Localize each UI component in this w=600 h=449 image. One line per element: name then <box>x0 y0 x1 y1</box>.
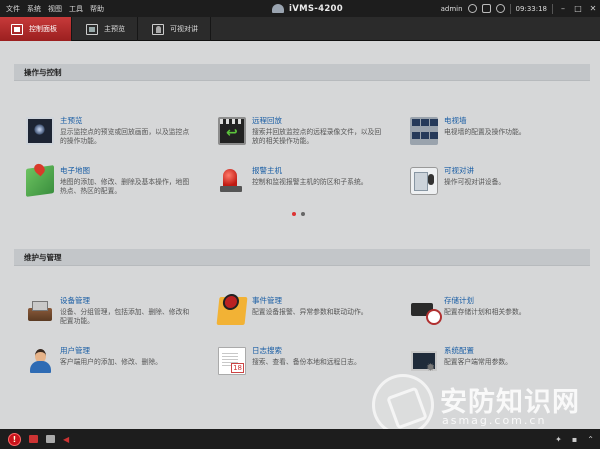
module-desc: 搜索并回放监控点的远程录像文件，以及回放的相关操作功能。 <box>252 128 382 145</box>
clock: 09:33:18 <box>515 4 547 13</box>
tab-label: 可视对讲 <box>170 25 198 33</box>
module-title: 用户管理 <box>60 346 90 355</box>
module-title: 存储计划 <box>444 296 474 305</box>
module-title: 日志搜索 <box>252 346 282 355</box>
module-title: 报警主机 <box>252 166 282 175</box>
title-bar: 文件 系统 视图 工具 帮助 iVMS-4200 admin 09:33:18 … <box>0 0 600 17</box>
watermark: 安防知识网 asmag.com.cn <box>372 374 600 436</box>
app-logo-icon <box>272 4 284 13</box>
map-pin-icon <box>26 165 54 197</box>
watermark-url: asmag.com.cn <box>442 414 547 427</box>
module-video-intercom[interactable]: 可视对讲 操作可视对讲设备。 <box>410 163 580 203</box>
module-desc: 控制和监视报警主机的防区和子系统。 <box>252 178 368 186</box>
watermark-logo <box>372 374 434 436</box>
monitor-gear-icon <box>410 347 438 375</box>
exception-icon[interactable] <box>46 435 55 443</box>
module-desc: 配置设备报警、异常参数和联动动作。 <box>252 308 368 316</box>
module-event-management[interactable]: 事件管理 配置设备报警、异常参数和联动动作。 <box>216 293 388 333</box>
menu-view[interactable]: 视图 <box>48 4 69 14</box>
tab-control-panel[interactable]: 控制面板 <box>0 17 72 41</box>
tab-label: 控制面板 <box>29 25 57 33</box>
minimize-icon[interactable]: – <box>558 4 568 14</box>
module-desc: 搜索、查看、备份本地和远程日志。 <box>252 358 361 366</box>
alarm-siren-icon <box>218 167 246 195</box>
module-desc: 配置存储计划和相关参数。 <box>444 308 526 316</box>
menu-help[interactable]: 帮助 <box>90 4 111 14</box>
divider <box>552 3 553 14</box>
module-log-search[interactable]: 日志搜索 搜索、查看、备份本地和远程日志。 <box>218 343 388 383</box>
tab-main-preview[interactable]: 主预览 <box>72 17 138 41</box>
camera-clock-icon <box>410 297 442 325</box>
module-desc: 操作可视对讲设备。 <box>444 178 506 186</box>
control-panel-icon <box>11 23 23 35</box>
event-folder-icon <box>216 297 248 325</box>
module-desc: 客户端用户的添加、修改、删除。 <box>60 358 162 366</box>
preview-icon <box>86 23 98 35</box>
module-title: 事件管理 <box>252 296 282 305</box>
sound-icon[interactable]: ◀ <box>63 435 69 444</box>
video-wall-icon <box>410 117 438 145</box>
module-e-map[interactable]: 电子地图 地图的添加、修改、删除及基本操作，地图热点、热区的配置。 <box>26 163 196 203</box>
module-title: 系统配置 <box>444 346 474 355</box>
app-title: iVMS-4200 <box>272 0 343 17</box>
lock-small-icon[interactable]: ▪ <box>572 435 577 444</box>
module-desc: 配置客户端常用参数。 <box>444 358 512 366</box>
settings-icon[interactable] <box>495 4 505 13</box>
menu-bar: 文件 系统 视图 工具 帮助 <box>0 4 111 14</box>
module-video-wall[interactable]: 电视墙 电视墙的配置及操作功能。 <box>410 113 580 153</box>
user-avatar-icon <box>26 347 54 375</box>
expand-icon[interactable]: ⌃ <box>587 435 594 444</box>
module-desc: 显示监控点的预览或回放画面，以及监控点的操作功能。 <box>60 128 190 145</box>
preview-monitor-icon <box>26 117 54 145</box>
page-dot-1[interactable] <box>292 212 296 216</box>
section-header-operation: 操作与控制 <box>14 64 590 81</box>
alarm-event-icon[interactable] <box>29 435 38 443</box>
status-bar: ! ◀ ✦ ▪ ⌃ <box>0 429 600 449</box>
section-header-maintenance: 维护与管理 <box>14 249 590 266</box>
menu-file[interactable]: 文件 <box>6 4 27 14</box>
intercom-icon <box>152 23 164 35</box>
alarm-warning-icon[interactable]: ! <box>8 432 21 446</box>
module-title: 电视墙 <box>444 116 467 125</box>
lock-icon[interactable] <box>481 4 491 13</box>
menu-system[interactable]: 系统 <box>27 4 48 14</box>
module-title: 远程回放 <box>252 116 282 125</box>
calendar-log-icon <box>218 347 246 375</box>
module-desc: 地图的添加、修改、删除及基本操作，地图热点、热区的配置。 <box>60 178 190 195</box>
module-desc: 电视墙的配置及操作功能。 <box>444 128 526 136</box>
module-desc: 设备、分组管理，包括添加、删除、修改和配置功能。 <box>60 308 190 325</box>
title-bar-right: admin 09:33:18 – □ ✕ <box>441 0 598 17</box>
module-remote-playback[interactable]: 远程回放 搜索并回放监控点的远程录像文件，以及回放的相关操作功能。 <box>218 113 388 153</box>
module-title: 设备管理 <box>60 296 90 305</box>
intercom-device-icon <box>410 167 438 195</box>
page-indicator <box>292 212 305 216</box>
menu-tools[interactable]: 工具 <box>69 4 90 14</box>
app-name: iVMS-4200 <box>289 3 343 14</box>
module-title: 主预览 <box>60 116 83 125</box>
tab-label: 主预览 <box>104 25 125 33</box>
module-main-preview[interactable]: 主预览 显示监控点的预览或回放画面，以及监控点的操作功能。 <box>26 113 196 153</box>
module-alarm-host[interactable]: 报警主机 控制和监视报警主机的防区和子系统。 <box>218 163 388 203</box>
close-icon[interactable]: ✕ <box>588 4 598 14</box>
pin-icon[interactable]: ✦ <box>555 435 562 444</box>
module-device-management[interactable]: 设备管理 设备、分组管理，包括添加、删除、修改和配置功能。 <box>26 293 196 333</box>
module-title: 可视对讲 <box>444 166 474 175</box>
module-storage-schedule[interactable]: 存储计划 配置存储计划和相关参数。 <box>410 293 580 333</box>
divider <box>509 3 511 14</box>
module-user-management[interactable]: 用户管理 客户端用户的添加、修改、删除。 <box>26 343 196 383</box>
page-dot-2[interactable] <box>301 212 305 216</box>
playback-clapper-icon <box>218 117 246 145</box>
current-user: admin <box>440 4 463 13</box>
maximize-icon[interactable]: □ <box>573 4 583 14</box>
tab-video-intercom[interactable]: 可视对讲 <box>138 17 211 41</box>
module-title: 电子地图 <box>60 166 90 175</box>
tab-bar: 控制面板 主预览 可视对讲 <box>0 17 600 41</box>
user-icon[interactable] <box>467 4 477 13</box>
device-box-icon <box>26 297 54 325</box>
